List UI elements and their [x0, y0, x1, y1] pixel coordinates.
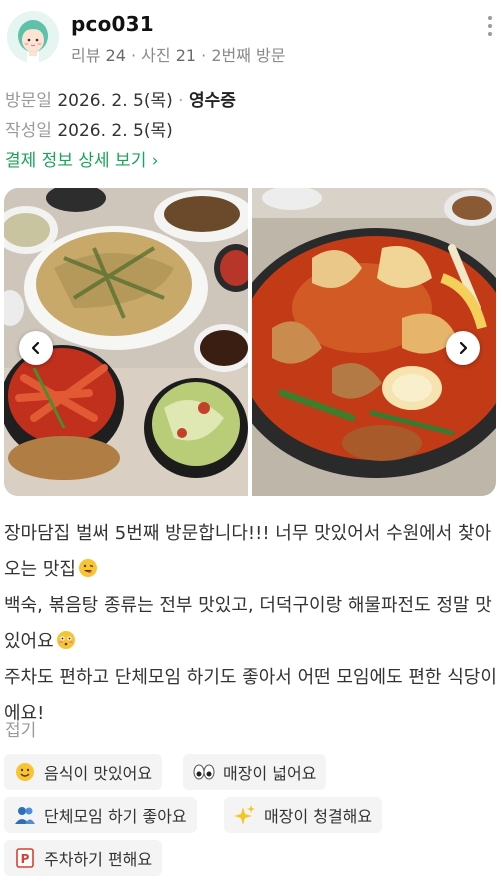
written-date: 2026. 2. 5(목) [57, 121, 173, 141]
written-date-label: 작성일 [5, 121, 52, 141]
tag-label: 주차하기 편해요 [44, 850, 153, 869]
tag-label: 매장이 넓어요 [223, 764, 317, 783]
tag-clean[interactable]: 매장이 청결해요 [224, 797, 383, 833]
more-options-icon[interactable] [483, 16, 497, 40]
tag-easy-parking[interactable]: P 주차하기 편해요 [4, 840, 163, 876]
gallery-next-button[interactable] [446, 331, 480, 365]
review-header: pco031 리뷰 24 · 사진 21 · 2번째 방문 [0, 0, 503, 70]
payment-detail-link[interactable]: 결제 정보 상세 보기 › [5, 146, 159, 171]
eyes-icon [193, 761, 215, 783]
visit-date-label: 방문일 [5, 91, 52, 111]
receipt-badge: 영수증 [188, 91, 236, 111]
review-count-label: 리뷰 [71, 46, 101, 65]
review-line-1: 장마담집 벌써 5번째 방문합니다!!! 너무 맛있어서 수원에서 찾아오는 맛… [4, 523, 492, 580]
photo-gallery[interactable] [4, 188, 496, 496]
photo-count: 21 [175, 46, 197, 65]
tag-label: 매장이 청결해요 [264, 807, 373, 826]
username[interactable]: pco031 [71, 12, 154, 36]
visit-date: 2026. 2. 5(목) [57, 91, 173, 111]
visit-date-row: 방문일 2026. 2. 5(목) · 영수증 [5, 91, 236, 111]
chevron-left-icon [31, 341, 40, 355]
svg-text:P: P [21, 852, 30, 866]
tag-spacious[interactable]: 매장이 넓어요 [183, 754, 327, 790]
review-line-3: 주차도 편하고 단체모임 하기도 좋아서 어떤 모임에도 편한 식당이에요! [4, 667, 497, 724]
parking-icon: P [14, 847, 36, 869]
review-line-2: 백숙, 볶음탕 종류는 전부 맛있고, 더덕구이랑 해물파전도 정말 맛있어요 [4, 595, 492, 652]
user-avatar[interactable] [7, 11, 59, 63]
tag-label: 음식이 맛있어요 [44, 764, 153, 783]
tag-group-friendly[interactable]: 단체모임 하기 좋아요 [4, 797, 197, 833]
group-icon [14, 804, 36, 826]
review-count: 24 [105, 46, 126, 65]
chevron-right-icon [459, 341, 468, 355]
fold-button[interactable]: 접기 [5, 716, 36, 741]
review-text: 장마담집 벌써 5번째 방문합니다!!! 너무 맛있어서 수원에서 찾아오는 맛… [4, 516, 498, 732]
written-date-row: 작성일 2026. 2. 5(목) [5, 116, 173, 141]
sparkles-icon [234, 804, 256, 826]
user-stats: 리뷰 24 · 사진 21 · 2번째 방문 [71, 46, 286, 65]
yum-face-icon [14, 761, 36, 783]
tag-tasty-food[interactable]: 음식이 맛있어요 [4, 754, 163, 790]
tag-label: 단체모임 하기 좋아요 [44, 807, 187, 826]
gallery-prev-button[interactable] [19, 331, 53, 365]
visit-order: 2번째 방문 [211, 46, 286, 65]
flushed-face-emoji-icon [56, 627, 76, 649]
yum-face-emoji-icon [78, 555, 98, 577]
photo-count-label: 사진 [141, 46, 171, 65]
